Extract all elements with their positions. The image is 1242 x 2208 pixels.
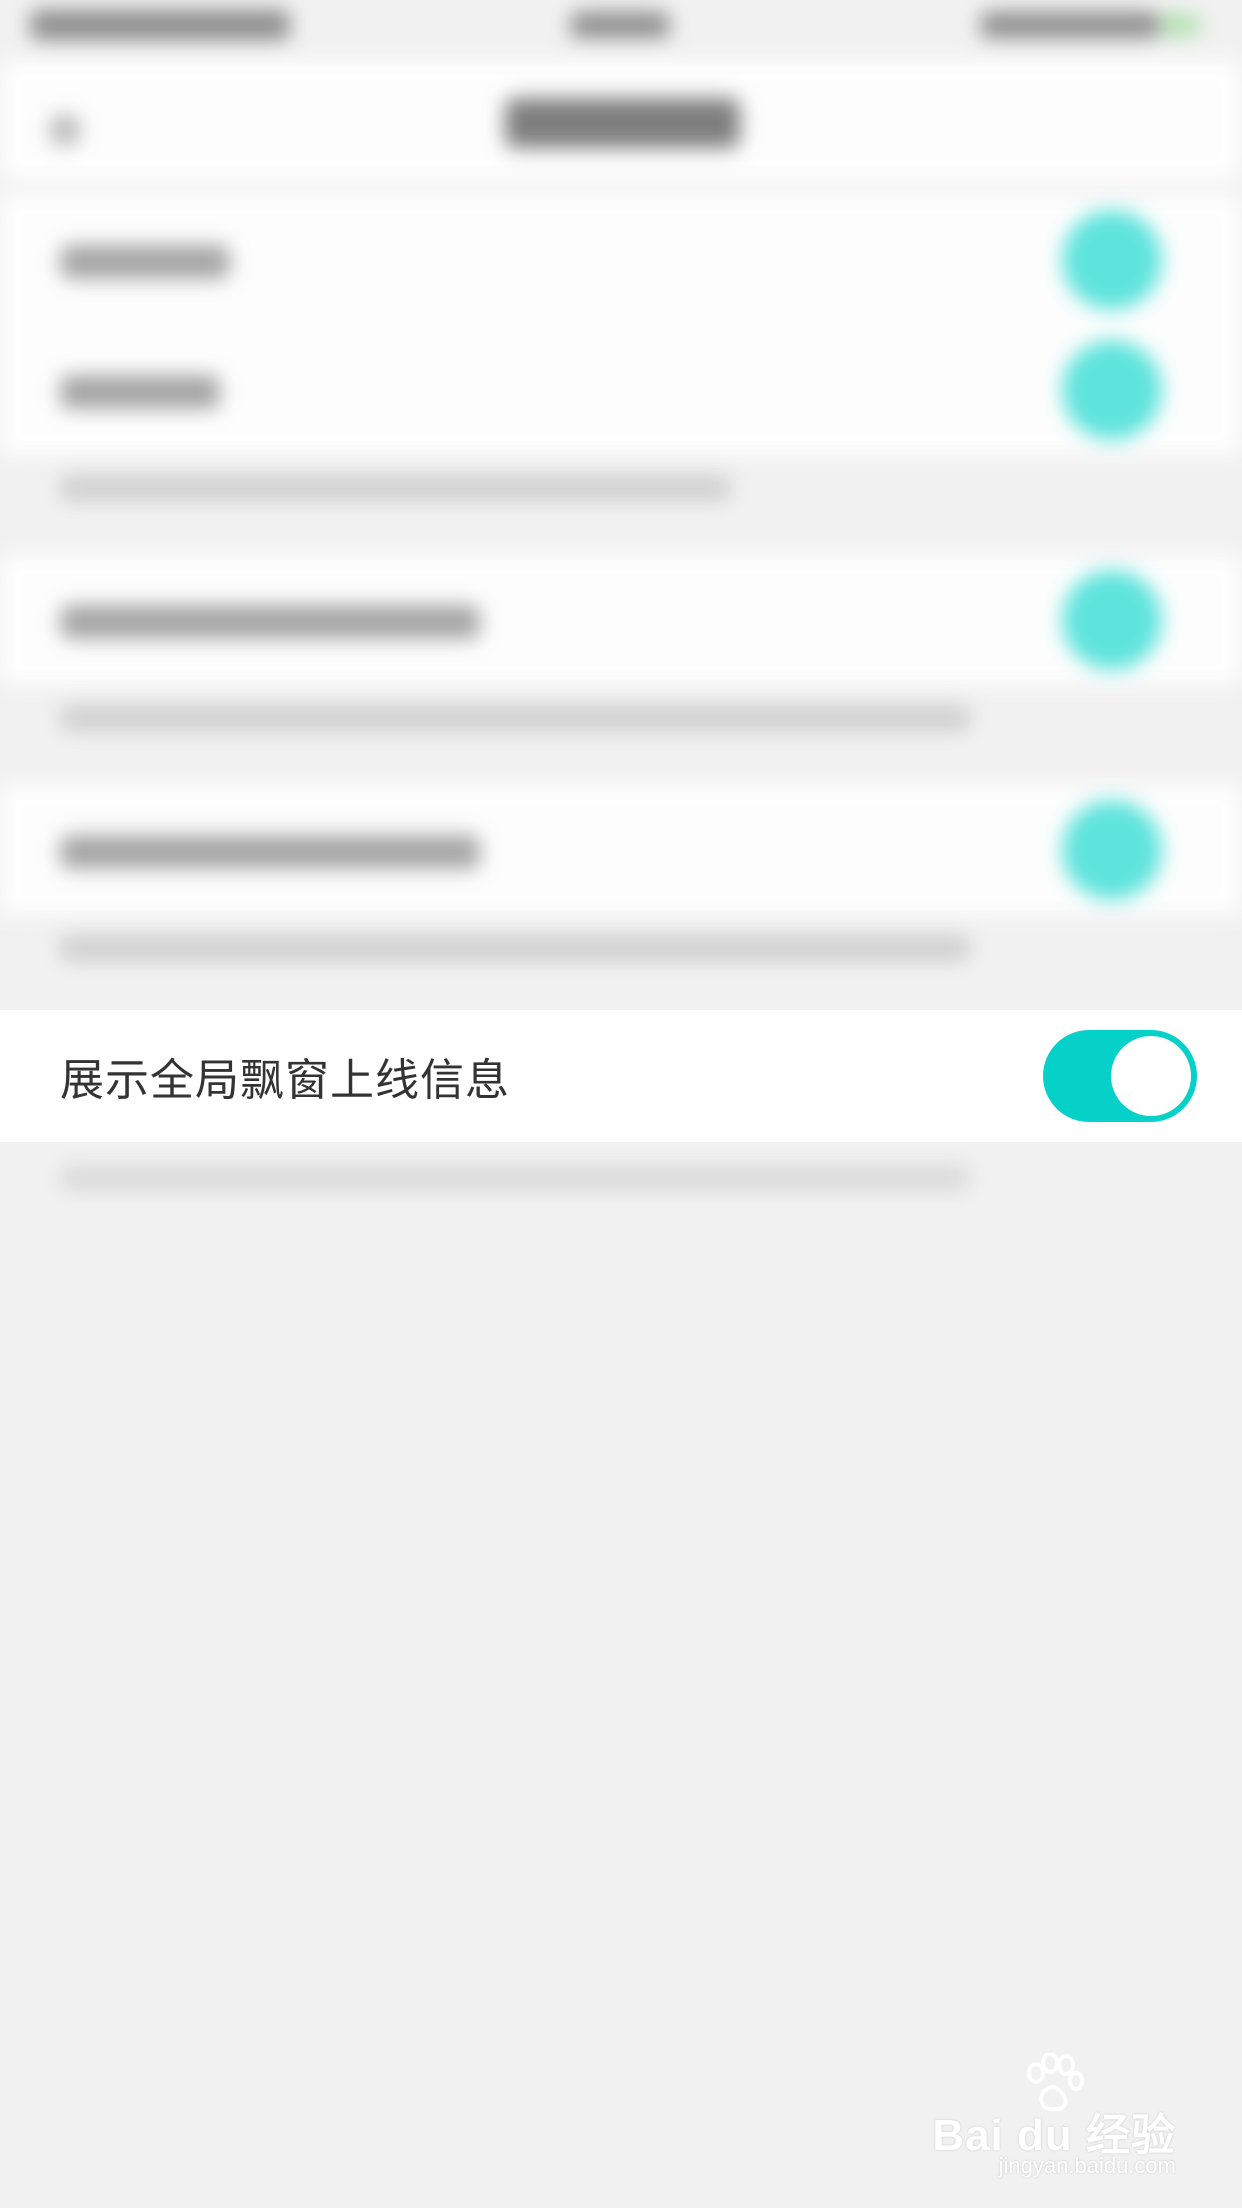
baidu-watermark: Bai du 经验 jingyan.baidu.com (926, 2053, 1176, 2183)
nav-bar (0, 60, 1242, 180)
blurred-background-screen (0, 0, 1242, 1380)
toggle-knob (1111, 1036, 1191, 1116)
setting-label: 展示全局飘窗上线信息 (60, 1055, 510, 1106)
watermark-url: jingyan.baidu.com (998, 2153, 1176, 2178)
global-floating-window-setting-row: 展示全局飘窗上线信息 (0, 1010, 1242, 1142)
global-floating-window-toggle[interactable] (1043, 1030, 1197, 1122)
status-bar (0, 0, 1242, 60)
